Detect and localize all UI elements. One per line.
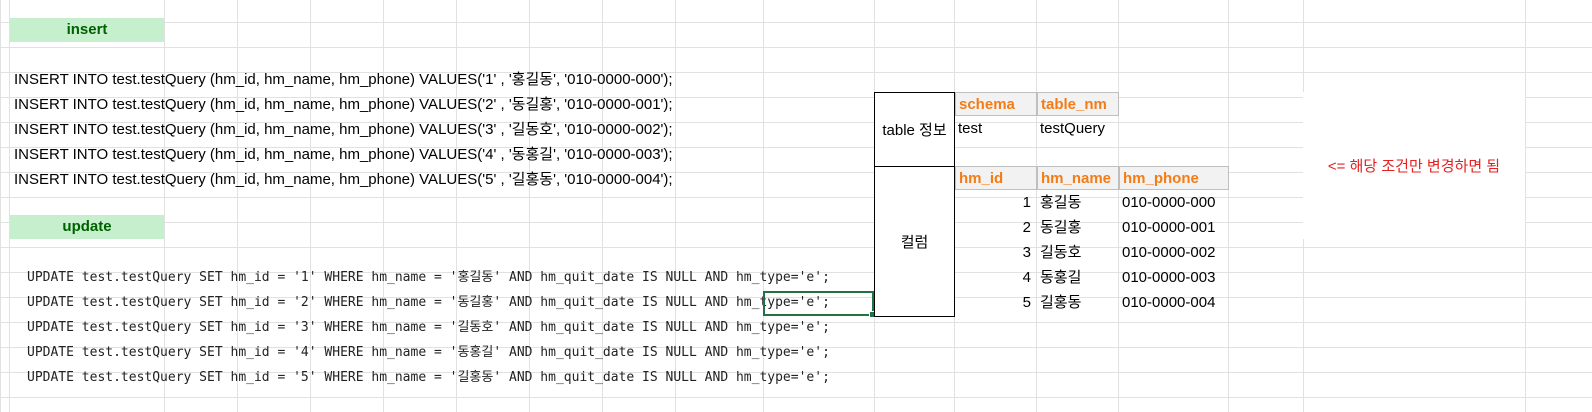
update-statement-cell[interactable]: UPDATE test.testQuery SET hm_id = '2' WH… xyxy=(27,293,830,313)
grid-column-line xyxy=(1228,0,1229,412)
hm-phone-cell[interactable]: 010-0000-003 xyxy=(1122,266,1215,290)
note-cell[interactable]: <= 해당 조건만 변경하면 됨 xyxy=(1303,92,1525,239)
hm-name-cell[interactable]: 동길홍 xyxy=(1040,216,1081,240)
table-nm-header[interactable]: table_nm xyxy=(1037,92,1119,116)
hm-name-cell[interactable]: 홍길동 xyxy=(1040,191,1081,215)
grid-column-line xyxy=(1118,0,1119,412)
hm-phone-cell[interactable]: 010-0000-004 xyxy=(1122,291,1215,315)
hm-id-cell[interactable]: 5 xyxy=(955,291,1031,315)
hm-phone-cell[interactable]: 010-0000-001 xyxy=(1122,216,1215,240)
insert-statement-cell[interactable]: INSERT INTO test.testQuery (hm_id, hm_na… xyxy=(14,95,673,115)
hm-id-cell[interactable]: 2 xyxy=(955,216,1031,240)
schema-value[interactable]: test xyxy=(958,117,982,141)
update-statement-cell[interactable]: UPDATE test.testQuery SET hm_id = '1' WH… xyxy=(27,268,830,288)
insert-statement-cell[interactable]: INSERT INTO test.testQuery (hm_id, hm_na… xyxy=(14,145,673,165)
grid-column-line xyxy=(9,0,10,412)
update-statement-cell[interactable]: UPDATE test.testQuery SET hm_id = '4' WH… xyxy=(27,343,830,363)
hm-phone-cell[interactable]: 010-0000-002 xyxy=(1122,241,1215,265)
hm-id-cell[interactable]: 4 xyxy=(955,266,1031,290)
columns-label: 컬럼 xyxy=(900,234,929,251)
hm-phone-header[interactable]: hm_phone xyxy=(1119,166,1229,190)
update-statement-cell[interactable]: UPDATE test.testQuery SET hm_id = '3' WH… xyxy=(27,318,830,338)
insert-statement-cell[interactable]: INSERT INTO test.testQuery (hm_id, hm_na… xyxy=(14,70,673,90)
hm-name-header[interactable]: hm_name xyxy=(1037,166,1119,190)
insert-statement-cell[interactable]: INSERT INTO test.testQuery (hm_id, hm_na… xyxy=(14,120,673,140)
hm-name-cell[interactable]: 동홍길 xyxy=(1040,266,1081,290)
table-nm-value[interactable]: testQuery xyxy=(1040,117,1105,141)
insert-section-label[interactable]: insert xyxy=(10,18,164,42)
schema-header[interactable]: schema xyxy=(955,92,1037,116)
hm-phone-cell[interactable]: 010-0000-000 xyxy=(1122,191,1215,215)
active-cell-selection[interactable] xyxy=(763,291,876,318)
table-info-label: table 정보 xyxy=(882,122,947,139)
insert-statement-cell[interactable]: INSERT INTO test.testQuery (hm_id, hm_na… xyxy=(14,170,673,190)
note-text: <= 해당 조건만 변경하면 됨 xyxy=(1327,158,1501,175)
hm-id-cell[interactable]: 1 xyxy=(955,191,1031,215)
hm-name-cell[interactable]: 길홍동 xyxy=(1040,291,1081,315)
hm-id-cell[interactable]: 3 xyxy=(955,241,1031,265)
grid-column-line xyxy=(1036,0,1037,412)
grid-column-line xyxy=(1525,0,1526,412)
table-info-label-cell[interactable]: table 정보 xyxy=(874,92,955,167)
hm-name-cell[interactable]: 길동호 xyxy=(1040,241,1081,265)
update-statement-cell[interactable]: UPDATE test.testQuery SET hm_id = '5' WH… xyxy=(27,368,830,388)
columns-label-cell[interactable]: 컬럼 xyxy=(874,166,955,317)
hm-id-header[interactable]: hm_id xyxy=(955,166,1037,190)
update-section-label[interactable]: update xyxy=(10,215,164,239)
